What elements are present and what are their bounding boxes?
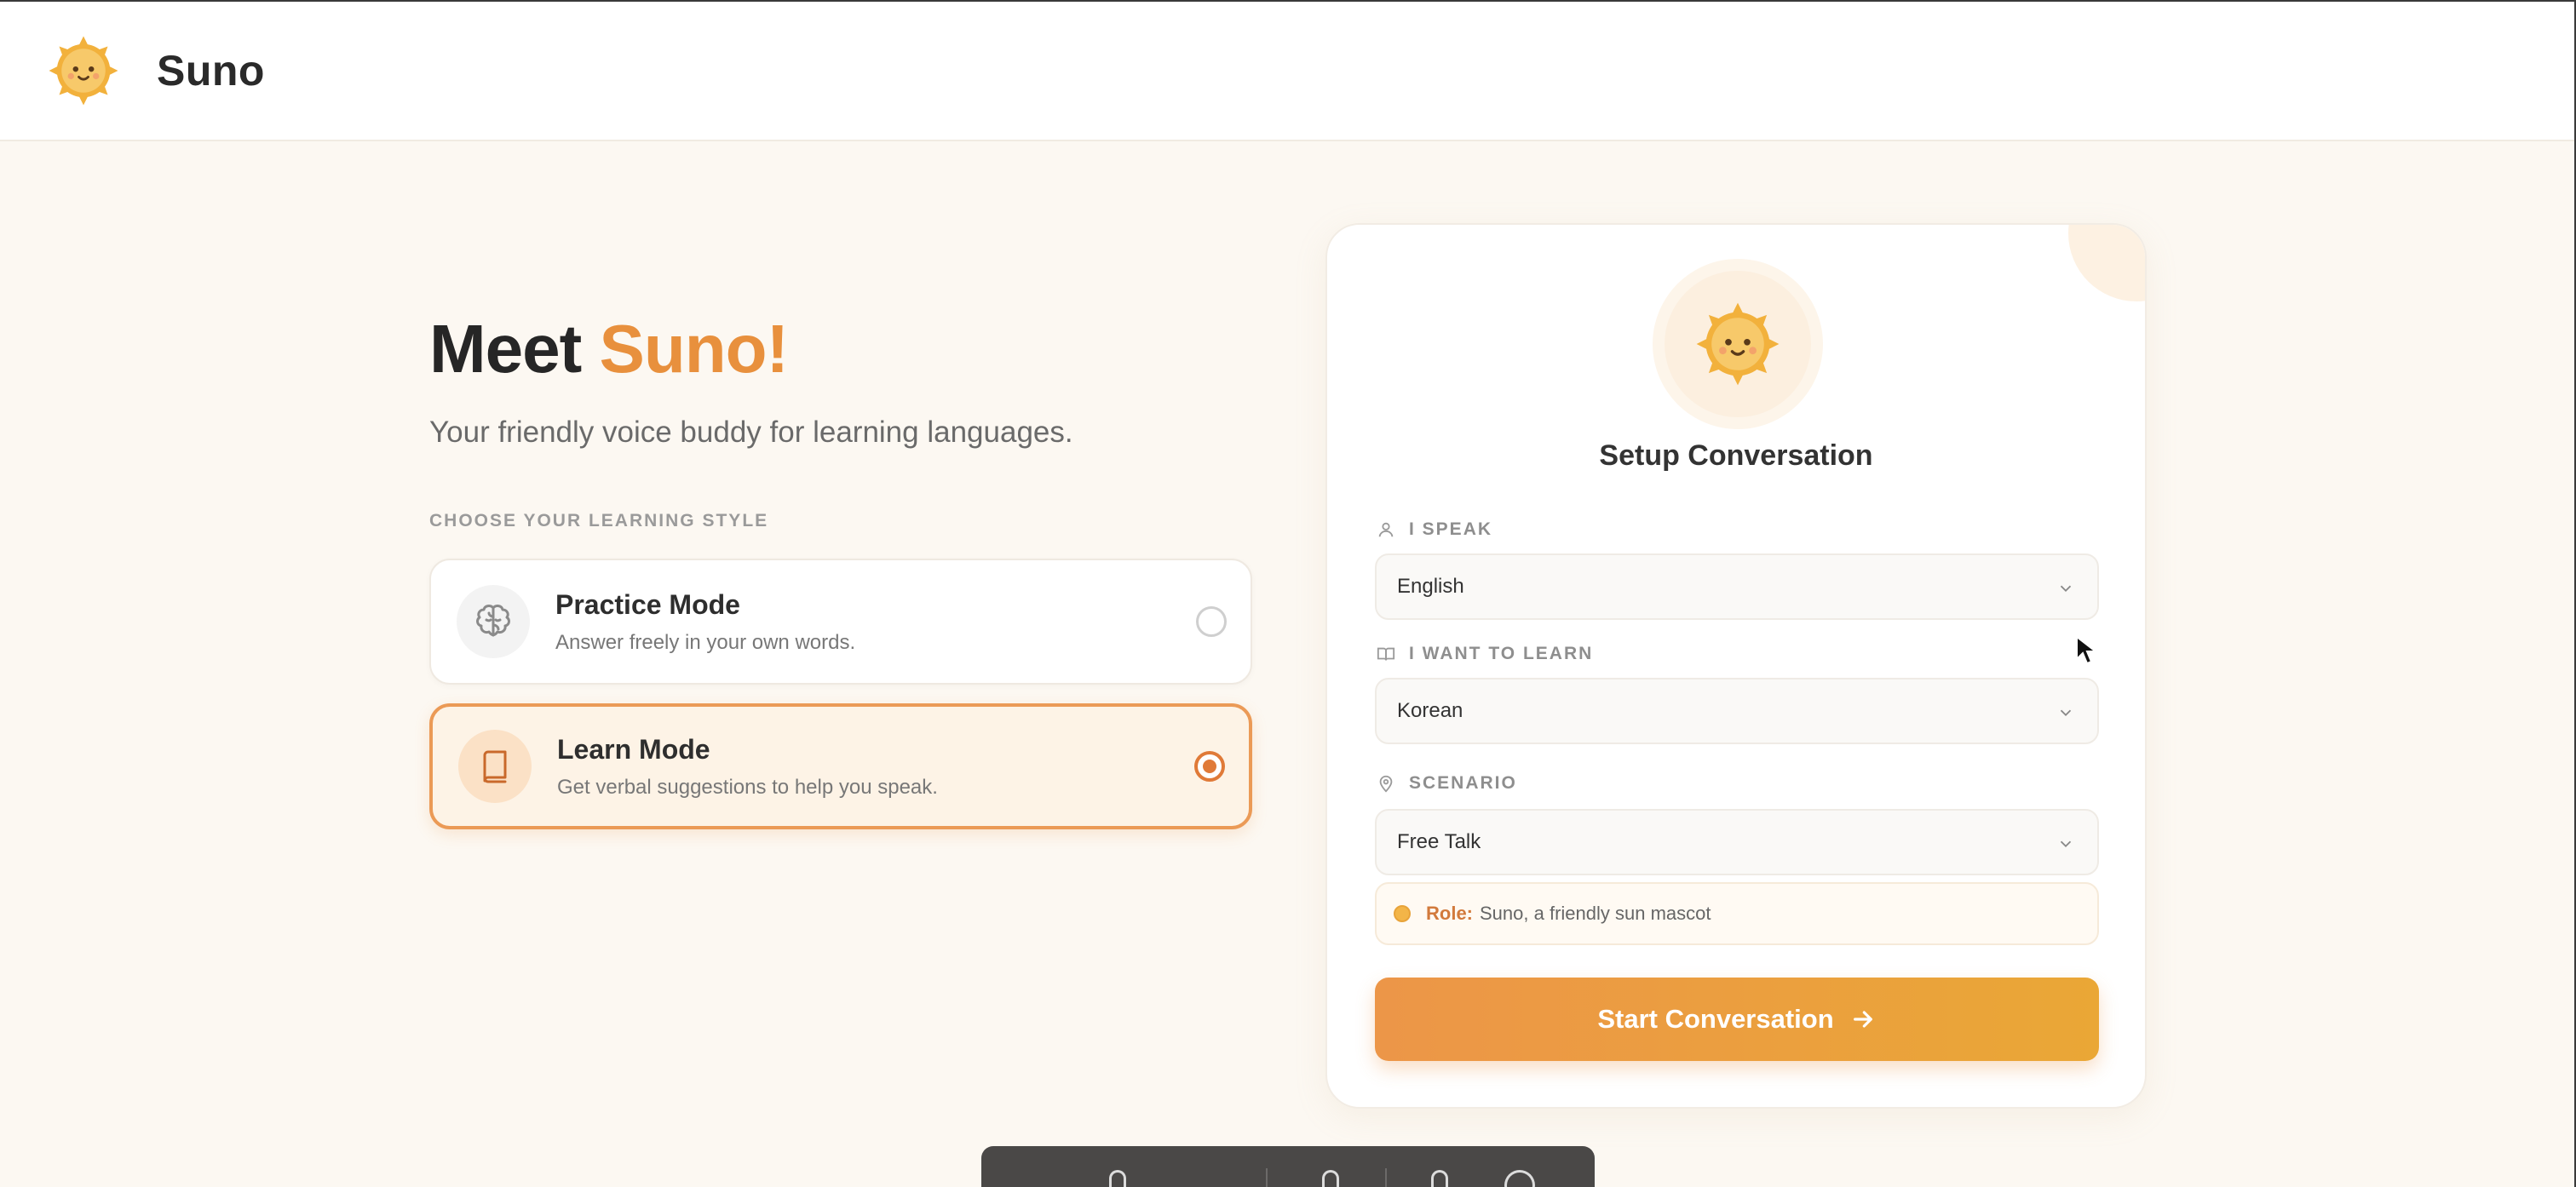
i-speak-select[interactable]: English: [1375, 553, 2099, 620]
chevron-down-icon: [2060, 709, 2072, 717]
user-icon: [1378, 522, 1394, 537]
learn-mode-radio[interactable]: [1194, 751, 1225, 782]
brain-icon: [457, 585, 530, 658]
book-icon: [458, 730, 532, 803]
i-want-to-learn-select[interactable]: Korean: [1375, 678, 2099, 744]
hero-title-accent: Suno!: [599, 311, 790, 387]
hero-title: Meet Suno!: [429, 307, 1252, 392]
learning-style-label: CHOOSE YOUR LEARNING STYLE: [429, 511, 769, 530]
open-book-icon: [1377, 647, 1395, 661]
practice-mode-card[interactable]: Practice Mode Answer freely in your own …: [429, 559, 1252, 685]
practice-mode-description: Answer freely in your own words.: [555, 630, 856, 654]
toolbar-divider: [1266, 1168, 1268, 1187]
i-speak-label: I SPEAK: [1409, 519, 1493, 539]
app-header: Suno: [0, 2, 2574, 141]
toolbar-divider: [1385, 1168, 1387, 1187]
i-want-to-learn-label: I WANT TO LEARN: [1409, 644, 1594, 663]
intro-section: Meet Suno! Your friendly voice buddy for…: [429, 307, 1252, 829]
arrow-right-icon: [1853, 1011, 1872, 1028]
more-options-icon[interactable]: [1504, 1170, 1535, 1187]
i-want-to-learn-label-row: I WANT TO LEARN: [1377, 644, 1593, 664]
role-value: Suno, a friendly sun mascot: [1480, 903, 1711, 924]
role-info-box: Role: Suno, a friendly sun mascot: [1375, 882, 2099, 945]
brand-name: Suno: [157, 47, 265, 95]
sun-mascot-icon[interactable]: [44, 32, 123, 110]
learn-mode-title: Learn Mode: [557, 733, 710, 765]
corner-decoration: [2068, 225, 2145, 301]
start-conversation-label: Start Conversation: [1597, 1004, 1834, 1034]
i-speak-label-row: I SPEAK: [1377, 519, 1492, 540]
practice-mode-title: Practice Mode: [555, 588, 740, 620]
chevron-down-icon: [2060, 585, 2072, 593]
learn-mode-description: Get verbal suggestions to help you speak…: [557, 775, 938, 799]
chevron-down-icon: [2060, 840, 2072, 848]
scenario-value: Free Talk: [1397, 830, 1481, 853]
screen-recorder-toolbar[interactable]: [981, 1146, 1595, 1187]
scenario-label-row: SCENARIO: [1377, 773, 1517, 794]
setup-conversation-card: Setup Conversation I SPEAK English I WAN…: [1325, 223, 2147, 1109]
start-conversation-button[interactable]: Start Conversation: [1375, 978, 2099, 1061]
hero-title-prefix: Meet: [429, 311, 600, 387]
scenario-select[interactable]: Free Talk: [1375, 809, 2099, 875]
mouse-cursor-icon: [2076, 635, 2097, 665]
learn-mode-card[interactable]: Learn Mode Get verbal suggestions to hel…: [429, 703, 1252, 829]
sun-mascot-avatar-icon: [1696, 302, 1780, 386]
play-icon[interactable]: [1109, 1170, 1126, 1187]
mascot-avatar: [1653, 259, 1823, 429]
role-key: Role:: [1426, 903, 1473, 924]
hero-subtitle: Your friendly voice buddy for learning l…: [429, 416, 1073, 449]
i-want-to-learn-value: Korean: [1397, 699, 1463, 722]
cut-icon[interactable]: [1431, 1170, 1448, 1187]
upload-icon[interactable]: [1322, 1170, 1339, 1187]
map-pin-icon: [1379, 775, 1393, 793]
i-speak-value: English: [1397, 575, 1464, 598]
setup-title: Setup Conversation: [1599, 439, 1873, 472]
scenario-label: SCENARIO: [1409, 773, 1517, 793]
sun-emoji-icon: [1394, 905, 1411, 922]
practice-mode-radio[interactable]: [1196, 606, 1227, 637]
